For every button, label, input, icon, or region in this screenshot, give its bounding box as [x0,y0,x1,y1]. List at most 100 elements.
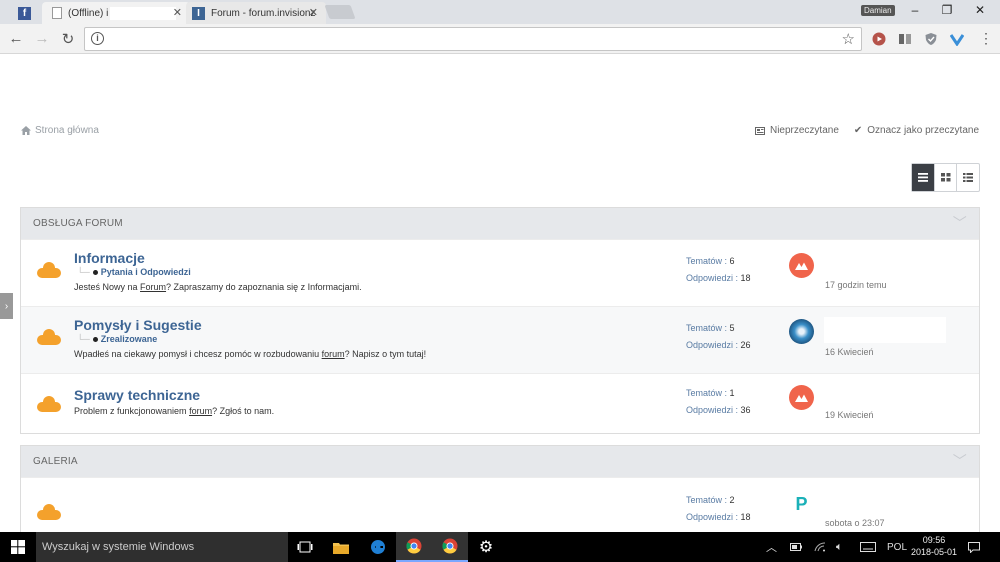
avatar[interactable] [789,385,814,410]
mark-read-link[interactable]: ✔ Oznacz jako przeczytane [854,125,979,136]
category-header[interactable]: OBSŁUGA FORUM ﹀ [21,208,979,239]
topics-label: Tematów : [686,323,730,333]
clock-date: 2018-05-01 [910,547,958,557]
fluid-view-icon [963,173,974,182]
chevron-right-icon[interactable]: › [0,293,13,319]
extension-shield-icon[interactable] [924,32,938,46]
forum-cloud-icon [37,504,61,520]
category-title: GALERIA [33,456,78,467]
forum-description: Problem z funkcjonowaniem forum? Zgłoś t… [74,406,274,416]
new-tab-button[interactable] [324,5,356,19]
forum-description-text: ? Napisz o tym tutaj! [344,349,427,359]
breadcrumb-home-label[interactable]: Strona główna [35,125,99,136]
show-hidden-icons[interactable]: ︿ [766,532,777,562]
forum-stats: Tematów : 1 Odpowiedzi : 36 [686,385,751,419]
forum-description-link[interactable]: Forum [140,282,166,292]
wifi-icon[interactable] [814,532,826,562]
fluid-view-button[interactable] [956,164,979,191]
unread-label: Nieprzeczytane [769,125,839,136]
reload-icon[interactable]: ↻ [59,30,77,48]
battery-icon[interactable] [790,532,802,562]
subforum-link[interactable]: └─ Zrealizowane [77,334,157,344]
start-button[interactable] [0,532,36,562]
category-galeria: GALERIA ﹀ Tematów : 2 Odpowiedzi : 18 P … [20,445,980,545]
profile-badge[interactable]: Damian [861,5,895,16]
category-header[interactable]: GALERIA ﹀ [21,446,979,477]
language-indicator[interactable]: POL [887,532,907,562]
breadcrumb[interactable]: Strona główna [21,125,99,136]
minimize-icon[interactable]: – [900,3,930,17]
taskbar-search-input[interactable]: Wyszukaj w systemie Windows [36,532,288,562]
tab-title: Forum - forum.invisionz [211,7,316,19]
restore-icon[interactable]: ❐ [932,3,962,17]
last-post-time[interactable]: 19 Kwiecień [825,410,874,420]
avatar-p-icon[interactable]: P [789,492,814,517]
notifications-icon[interactable] [968,532,980,562]
topics-label: Tematów : [686,495,730,505]
forum-title[interactable]: Informacje [74,250,145,266]
extension-record-icon[interactable] [872,32,886,46]
unread-link[interactable]: Nieprzeczytane [754,125,839,136]
forum-title[interactable]: Pomysły i Sugestie [74,317,202,333]
task-view-icon[interactable] [287,532,323,562]
topics-label: Tematów : [686,388,730,398]
back-icon[interactable]: ← [7,30,25,47]
extension-reader-icon[interactable] [898,32,912,46]
last-post-time[interactable]: sobota o 23:07 [825,518,885,528]
keyboard-icon[interactable] [860,532,876,562]
clock-time: 09:56 [922,535,946,545]
settings-gear-icon[interactable]: ⚙ [468,532,504,562]
check-icon: ✔ [853,125,863,136]
unread-dot-icon [92,336,98,342]
menu-icon[interactable]: ⋮ [977,30,995,47]
chevron-down-icon[interactable]: ﹀ [953,208,967,239]
grid-view-button[interactable] [933,164,957,191]
close-window-icon[interactable]: ✕ [965,3,995,17]
forum-description-link[interactable]: forum [189,406,212,416]
replies-label: Odpowiedzi : [686,273,741,283]
chevron-down-icon[interactable]: ﹀ [953,446,967,477]
forum-description: Jesteś Nowy na Forum? Zapraszamy do zapo… [74,282,362,292]
topics-count: 6 [729,256,735,266]
taskbar-clock[interactable]: 09:56 2018-05-01 [910,534,958,558]
tab-forum[interactable]: I Forum - forum.invisionz ✕ [186,2,326,24]
category-title: OBSŁUGA FORUM [33,218,123,229]
edge-icon[interactable] [360,532,396,562]
forum-description-link[interactable]: forum [322,349,345,359]
close-icon[interactable]: ✕ [309,6,318,19]
forum-description-text: Problem z funkcjonowaniem [74,406,190,416]
elbow-icon: └─ [77,267,90,277]
home-icon [21,126,31,135]
grid-view-icon [940,173,950,182]
file-explorer-icon[interactable] [323,532,359,562]
page-icon [52,7,62,19]
invision-icon: I [192,6,205,20]
forum-stats: Tematów : 5 Odpowiedzi : 26 [686,320,751,354]
forum-cloud-icon [37,329,61,345]
tab-title: (Offline) i [68,7,109,19]
last-post-time[interactable]: 16 Kwiecień [825,347,874,357]
bookmark-star-icon[interactable]: ☆ [842,30,855,48]
tab-offline[interactable]: (Offline) i ✕ [42,2,190,24]
info-icon[interactable]: i [91,32,104,45]
last-post-time[interactable]: 17 godzin temu [825,280,887,290]
address-bar[interactable]: i ☆ [84,27,862,51]
table-view-button[interactable] [912,164,934,191]
chrome-icon[interactable] [432,532,468,562]
subforum-link[interactable]: └─ Pytania i Odpowiedzi [77,267,191,277]
subforum-label: Pytania i Odpowiedzi [100,267,191,277]
extension-v-icon[interactable] [950,32,964,46]
volume-icon[interactable]: 🔈︎ [836,532,843,562]
forum-row: Pomysły i Sugestie └─ Zrealizowane Wpadł… [21,306,979,373]
avatar[interactable] [789,253,814,278]
close-icon[interactable]: ✕ [173,6,182,19]
replies-count: 26 [740,340,751,350]
avatar[interactable] [789,319,814,344]
chrome-icon[interactable] [396,532,432,562]
unread-dot-icon [92,269,98,275]
forward-icon[interactable]: → [33,30,51,47]
topics-count: 1 [729,388,735,398]
forum-description-text: ? Zgłoś to nam. [212,406,275,416]
replies-label: Odpowiedzi : [686,512,741,522]
forum-title[interactable]: Sprawy techniczne [74,387,200,403]
